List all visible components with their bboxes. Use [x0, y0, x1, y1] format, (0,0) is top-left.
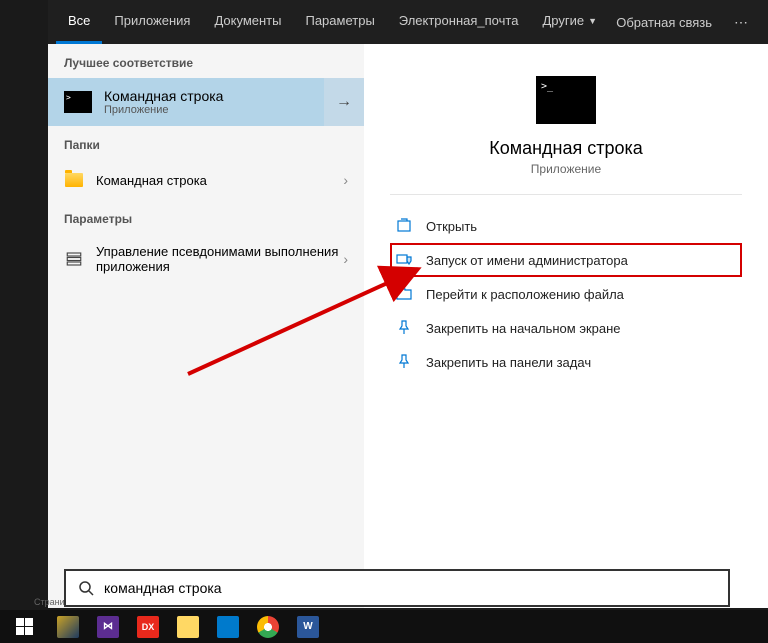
visualstudio-icon: ⋈ — [97, 616, 119, 638]
preview-title: Командная строка — [489, 138, 643, 159]
best-match-header: Лучшее соответствие — [48, 44, 364, 78]
folder-item-label: Командная строка — [96, 173, 343, 188]
dx-icon: DX — [137, 616, 159, 638]
action-open-location[interactable]: Перейти к расположению файла — [390, 277, 742, 311]
settings-result-item[interactable]: Управление псевдонимами выполнения прило… — [48, 234, 364, 284]
preview-subtitle: Приложение — [531, 162, 601, 176]
folders-header: Папки — [48, 126, 364, 160]
chrome-icon — [257, 616, 279, 638]
params-header: Параметры — [48, 200, 364, 234]
admin-shield-icon — [396, 252, 412, 268]
tab-documents[interactable]: Документы — [202, 0, 293, 44]
search-icon — [78, 580, 94, 596]
alias-settings-icon — [64, 249, 84, 269]
word-icon: W — [297, 616, 319, 638]
tab-email[interactable]: Электронная_почта — [387, 0, 531, 44]
settings-item-label: Управление псевдонимами выполнения прило… — [96, 244, 343, 274]
folder-location-icon — [396, 286, 412, 302]
folder-result-item[interactable]: Командная строка › — [48, 160, 364, 200]
taskbar-app-visualstudio[interactable]: ⋈ — [88, 610, 128, 643]
taskbar-app-word[interactable]: W — [288, 610, 328, 643]
league-icon — [57, 616, 79, 638]
best-match-row: Командная строка Приложение → — [48, 78, 364, 126]
chevron-down-icon: ▼ — [588, 16, 597, 26]
search-box[interactable] — [64, 569, 730, 607]
cmd-icon — [64, 91, 92, 113]
preview-column: Командная строка Приложение Открыть Запу… — [364, 44, 768, 608]
chevron-right-icon: › — [343, 172, 348, 188]
results-column: Лучшее соответствие Командная строка При… — [48, 44, 364, 608]
best-match-expand-button[interactable]: → — [324, 78, 364, 126]
actions-list: Открыть Запуск от имени администратора П… — [390, 209, 742, 379]
taskbar-app-vscode[interactable] — [208, 610, 248, 643]
tab-all[interactable]: Все — [56, 0, 102, 44]
tab-more[interactable]: Другие▼ — [530, 0, 609, 44]
preview-header: Командная строка Приложение — [390, 62, 742, 195]
action-pin-start[interactable]: Закрепить на начальном экране — [390, 311, 742, 345]
action-pin-taskbar[interactable]: Закрепить на панели задач — [390, 345, 742, 379]
feedback-link[interactable]: Обратная связь — [610, 15, 718, 30]
taskbar-app-explorer[interactable] — [168, 610, 208, 643]
tab-settings[interactable]: Параметры — [293, 0, 386, 44]
start-button[interactable] — [0, 610, 48, 643]
best-match-title: Командная строка — [104, 88, 223, 104]
more-options-icon[interactable]: ⋯ — [724, 14, 760, 31]
taskbar-app-league[interactable] — [48, 610, 88, 643]
open-icon — [396, 218, 412, 234]
taskbar-app-dx[interactable]: DX — [128, 610, 168, 643]
best-match-subtitle: Приложение — [104, 104, 223, 116]
explorer-icon — [177, 616, 199, 638]
taskbar: ⋈ DX W — [0, 610, 768, 643]
content-area: Лучшее соответствие Командная строка При… — [48, 44, 768, 608]
pin-taskbar-icon — [396, 354, 412, 370]
pin-start-icon — [396, 320, 412, 336]
best-match-item[interactable]: Командная строка Приложение — [48, 78, 324, 126]
folder-icon — [65, 173, 83, 187]
action-open[interactable]: Открыть — [390, 209, 742, 243]
tabs-bar: Все Приложения Документы Параметры Элект… — [48, 0, 768, 44]
taskbar-app-chrome[interactable] — [248, 610, 288, 643]
tab-apps[interactable]: Приложения — [102, 0, 202, 44]
chevron-right-icon: › — [343, 251, 348, 267]
action-run-as-admin[interactable]: Запуск от имени администратора — [390, 243, 742, 277]
cmd-preview-icon — [536, 76, 596, 124]
windows-logo-icon — [16, 618, 33, 635]
search-panel: Все Приложения Документы Параметры Элект… — [48, 0, 768, 608]
search-input[interactable] — [104, 580, 716, 596]
page-label: Страни — [34, 597, 65, 607]
vscode-icon — [217, 616, 239, 638]
